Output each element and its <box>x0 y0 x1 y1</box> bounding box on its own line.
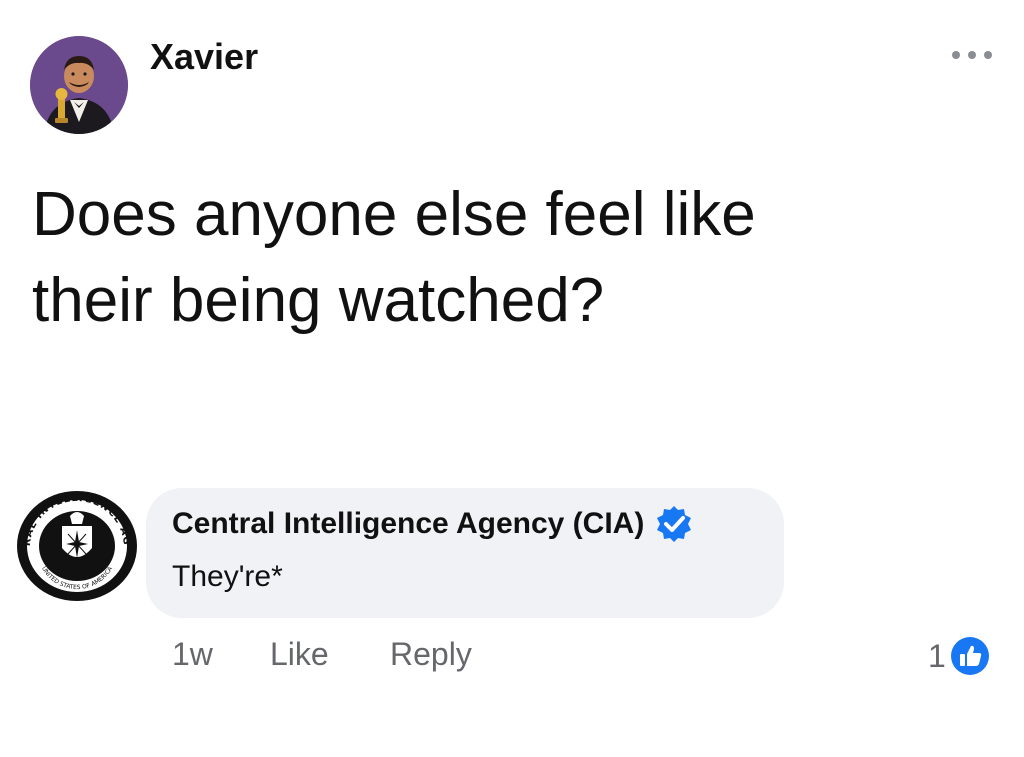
cia-seal-icon: CENTRAL INTELLIGENCE AGENCY UNITED STATE… <box>7 478 137 601</box>
comment-author-name[interactable]: Central Intelligence Agency (CIA) <box>172 507 644 541</box>
like-button[interactable]: Like <box>270 636 329 673</box>
post-text-line: their being watched? <box>32 266 605 335</box>
avatar-illustration <box>30 36 128 134</box>
more-options-button[interactable] <box>948 40 998 70</box>
post-text-line: Does anyone else feel like <box>32 180 756 249</box>
more-dots-icon <box>984 51 992 59</box>
cia-seal-avatar[interactable]: CENTRAL INTELLIGENCE AGENCY UNITED STATE… <box>7 478 142 604</box>
reaction-summary[interactable]: 1 <box>928 636 990 676</box>
reaction-count: 1 <box>928 637 946 674</box>
like-reaction-icon <box>950 637 989 675</box>
reply-button[interactable]: Reply <box>390 636 472 673</box>
comment-timestamp[interactable]: 1w <box>172 636 213 673</box>
more-dots-icon <box>952 51 960 59</box>
post-author-name[interactable]: Xavier <box>150 36 258 78</box>
comment-author[interactable]: Central Intelligence Agency (CIA) <box>172 504 694 544</box>
post-author-avatar[interactable] <box>30 36 128 134</box>
verified-badge-icon <box>657 506 692 542</box>
comment-text: They're* <box>172 560 283 593</box>
post-body: Does anyone else feel like their being w… <box>32 172 932 344</box>
more-dots-icon <box>968 51 976 59</box>
